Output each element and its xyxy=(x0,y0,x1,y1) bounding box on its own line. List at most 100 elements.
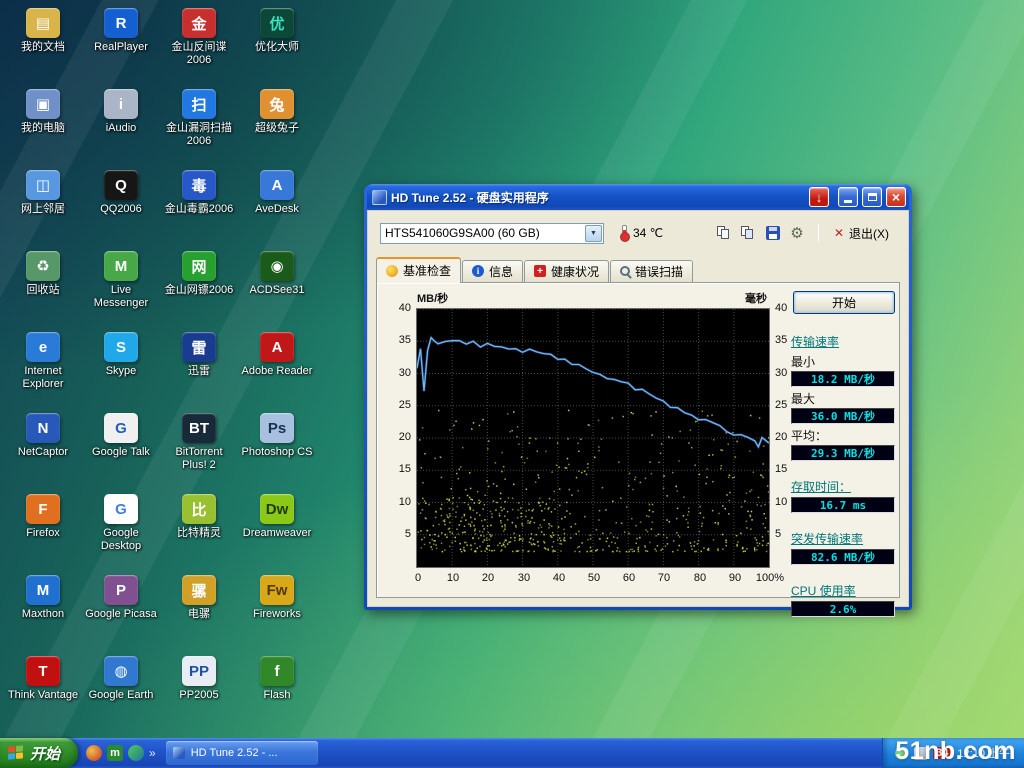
super-rabbit-icon: 兔 xyxy=(260,89,294,119)
window-body: HTS541060G9SA00 (60 GB) ▼ 34 ℃ ⚙ ✕ 退出(X)… xyxy=(367,210,909,607)
start-label: 开始 xyxy=(30,743,60,764)
stat-value: 82.6 MB/秒 xyxy=(791,549,895,565)
desktop-icons: ▤我的文档RRealPlayer金金山反间谍2006优优化大师 ▣我的电脑iiAu… xyxy=(4,4,316,733)
desktop-icon-flash[interactable]: fFlash xyxy=(238,652,316,733)
desktop-icon-kingsoft-scan-2006[interactable]: 扫金山漏洞扫描2006 xyxy=(160,85,238,166)
desktop-icon-qq2006[interactable]: QQQ2006 xyxy=(82,166,160,247)
desktop-icon-photoshop-cs[interactable]: PsPhotoshop CS xyxy=(238,409,316,490)
desktop-icon-my-documents[interactable]: ▤我的文档 xyxy=(4,4,82,85)
tab-scan[interactable]: 错误扫描 xyxy=(610,260,693,282)
desktop-icon-live-messenger[interactable]: MLive Messenger xyxy=(82,247,160,328)
desktop-icon-adobe-reader[interactable]: AAdobe Reader xyxy=(238,328,316,409)
tab-health[interactable]: +健康状况 xyxy=(524,260,609,282)
desktop-icon-emule[interactable]: 骡电骡 xyxy=(160,571,238,652)
quicklaunch-overflow-chevron[interactable]: » xyxy=(149,746,156,760)
tray-icon-2[interactable] xyxy=(914,747,927,760)
desktop-icon-fireworks[interactable]: FwFireworks xyxy=(238,571,316,652)
options-button[interactable]: ⚙ xyxy=(786,222,808,244)
x-tick: 40 xyxy=(542,572,576,584)
kingsoft-duba-2006-icon: 毒 xyxy=(182,170,216,200)
hdtune-task-icon xyxy=(173,747,185,759)
desktop-icon-iaudio[interactable]: iiAudio xyxy=(82,85,160,166)
stat-spacer xyxy=(791,515,899,525)
titlebar[interactable]: HD Tune 2.52 - 硬盘实用程序 ↓ × xyxy=(367,184,909,210)
minimize-icon xyxy=(844,200,852,203)
desktop-icon-netcaptor[interactable]: NNetCaptor xyxy=(4,409,82,490)
desktop-icon-label: Internet Explorer xyxy=(6,365,80,390)
desktop-icon-acdsee31[interactable]: ◉ACDSee31 xyxy=(238,247,316,328)
desktop-icon-kingsoft-duba-2006[interactable]: 毒金山毒霸2006 xyxy=(160,166,238,247)
desktop-icon-recycle-bin[interactable]: ♻回收站 xyxy=(4,247,82,328)
desktop-icon-avedesk[interactable]: AAveDesk xyxy=(238,166,316,247)
tab-benchmark[interactable]: 基准检查 xyxy=(376,257,461,283)
health-icon: + xyxy=(534,265,546,277)
quicklaunch-icon-1[interactable] xyxy=(86,745,102,761)
stat-spacer xyxy=(791,567,899,577)
google-talk-icon: G xyxy=(104,413,138,443)
desktop-icon-super-rabbit[interactable]: 兔超级兔子 xyxy=(238,85,316,166)
y-tick-left: 40 xyxy=(387,302,411,314)
quicklaunch-icon-2[interactable]: m xyxy=(107,745,123,761)
desktop-icon-google-picasa[interactable]: PGoogle Picasa xyxy=(82,571,160,652)
quicklaunch-icon-3[interactable] xyxy=(128,745,144,761)
kingsoft-netguard-2006-icon: 网 xyxy=(182,251,216,281)
desktop-icon-dreamweaver[interactable]: DwDreamweaver xyxy=(238,490,316,571)
desktop-icon-network-places[interactable]: ◫网上邻居 xyxy=(4,166,82,247)
desktop-icon-google-desktop[interactable]: GGoogle Desktop xyxy=(82,490,160,571)
desktop-icon-label: Skype xyxy=(106,365,137,378)
desktop-icon-youhua-dashi[interactable]: 优优化大师 xyxy=(238,4,316,85)
tab-label: 基准检查 xyxy=(403,262,451,279)
chevron-down-icon[interactable]: ▼ xyxy=(585,225,602,242)
desktop-icon-think-vantage[interactable]: TThink Vantage xyxy=(4,652,82,733)
tray-temperature[interactable]: 34 xyxy=(933,747,951,759)
x-tick: 60 xyxy=(612,572,646,584)
desktop-icon-google-earth[interactable]: ◍Google Earth xyxy=(82,652,160,733)
emule-icon: 骡 xyxy=(182,575,216,605)
xunlei-icon: 雷 xyxy=(182,332,216,362)
desktop-icon-label: PP2005 xyxy=(179,689,218,702)
stat-header: 突发传输速率 xyxy=(791,530,899,547)
desktop-icon-skype[interactable]: SSkype xyxy=(82,328,160,409)
tab-label: 错误扫描 xyxy=(635,263,683,280)
start-button[interactable]: 开始 xyxy=(0,738,78,768)
netcaptor-icon: N xyxy=(26,413,60,443)
tab-info[interactable]: i信息 xyxy=(462,260,523,282)
hdtune-window: HD Tune 2.52 - 硬盘实用程序 ↓ × HTS541060G9SA0… xyxy=(364,184,912,610)
desktop-icon-internet-explorer[interactable]: eInternet Explorer xyxy=(4,328,82,409)
live-messenger-icon: M xyxy=(104,251,138,281)
minimize-button[interactable] xyxy=(838,187,858,207)
drive-select[interactable]: HTS541060G9SA00 (60 GB) ▼ xyxy=(380,223,604,244)
desktop-icon-label: 比特精灵 xyxy=(177,527,221,540)
start-benchmark-button[interactable]: 开始 xyxy=(793,291,895,314)
desktop-icon-google-talk[interactable]: GGoogle Talk xyxy=(82,409,160,490)
copy-text-button[interactable] xyxy=(738,222,760,244)
taskbar: 开始 m » HD Tune 2.52 - ... 34 12:10 上午 xyxy=(0,738,1024,768)
desktop-icon-firefox[interactable]: FFirefox xyxy=(4,490,82,571)
desktop-icon-label: 优化大师 xyxy=(255,41,299,54)
download-arrow-button[interactable]: ↓ xyxy=(809,187,829,207)
tray-icon-1[interactable] xyxy=(895,747,908,760)
desktop-icon-maxthon[interactable]: MMaxthon xyxy=(4,571,82,652)
desktop-icon-kingsoft-netguard-2006[interactable]: 网金山网镖2006 xyxy=(160,247,238,328)
network-places-icon: ◫ xyxy=(26,170,60,200)
desktop-icon-bitspirit[interactable]: 比比特精灵 xyxy=(160,490,238,571)
maximize-button[interactable] xyxy=(862,187,882,207)
exit-button[interactable]: ✕ 退出(X) xyxy=(827,222,896,245)
stat-header: CPU 使用率 xyxy=(791,582,899,599)
desktop-icon-pp2005[interactable]: PPPP2005 xyxy=(160,652,238,733)
desktop-icon-label: Think Vantage xyxy=(8,689,78,702)
x-tick: 0 xyxy=(401,572,435,584)
save-button[interactable] xyxy=(762,222,784,244)
stat-header: 存取时间： xyxy=(791,478,899,495)
taskbar-item-hdtune[interactable]: HD Tune 2.52 - ... xyxy=(166,741,318,765)
copy-screenshot-button[interactable] xyxy=(714,222,736,244)
avedesk-icon: A xyxy=(260,170,294,200)
desktop-icon-realplayer[interactable]: RRealPlayer xyxy=(82,4,160,85)
desktop-icon-my-computer[interactable]: ▣我的电脑 xyxy=(4,85,82,166)
desktop-icon-xunlei[interactable]: 雷迅雷 xyxy=(160,328,238,409)
desktop-icon-label: 金山毒霸2006 xyxy=(165,203,233,216)
acdsee31-icon: ◉ xyxy=(260,251,294,281)
close-button[interactable]: × xyxy=(886,187,906,207)
desktop-icon-bittorrent-plus-2[interactable]: BTBitTorrent Plus! 2 xyxy=(160,409,238,490)
desktop-icon-kingsoft-antispy-2006[interactable]: 金金山反间谍2006 xyxy=(160,4,238,85)
